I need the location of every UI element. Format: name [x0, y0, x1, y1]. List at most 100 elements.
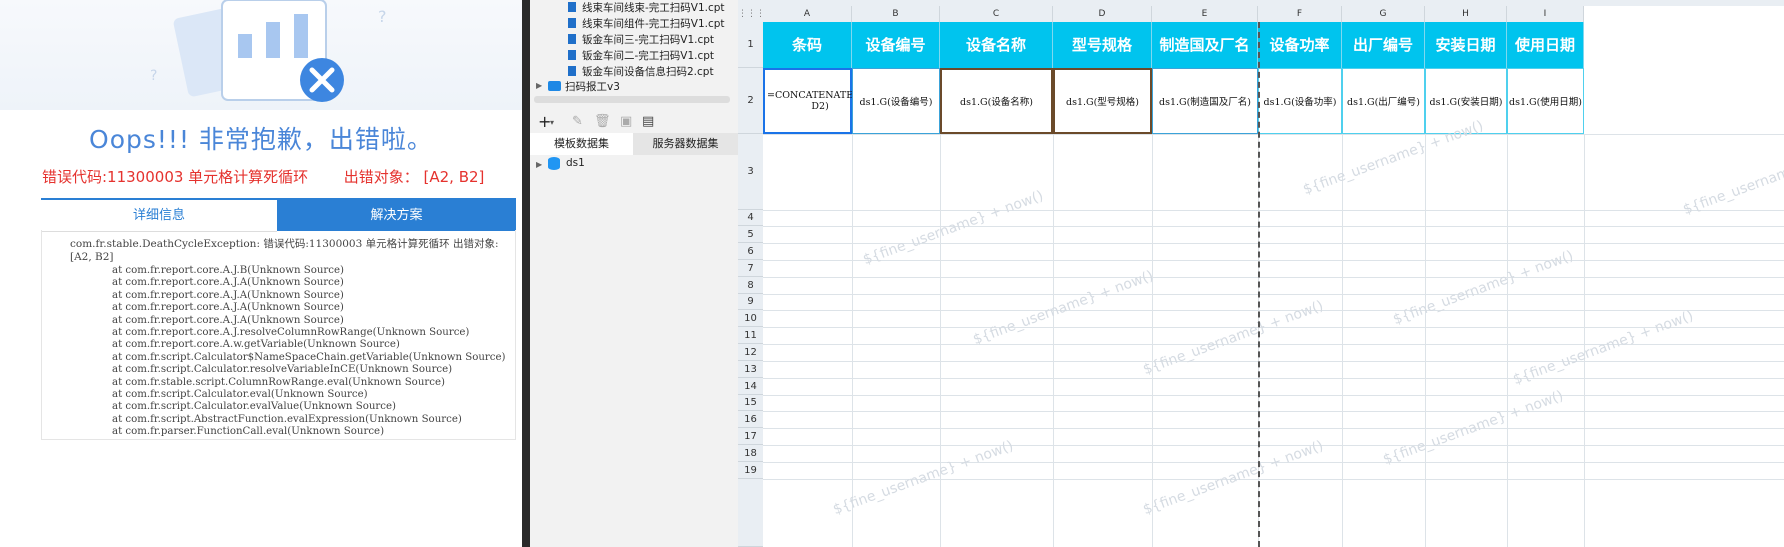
chevron-down-icon[interactable]: ▾: [550, 118, 554, 127]
dataset-toolbar: + ▾ ✎ 🗑 ▣ ▤: [530, 112, 738, 132]
row-header[interactable]: 13: [738, 361, 763, 378]
gridline: [763, 361, 1784, 362]
gridline: [763, 294, 1784, 295]
column-header[interactable]: D: [1053, 6, 1152, 22]
edit-icon[interactable]: ✎: [572, 114, 583, 129]
tree-file[interactable]: 钣金车间二-完工扫码V1.cpt: [568, 48, 714, 63]
row-header[interactable]: 6: [738, 243, 763, 260]
row-header[interactable]: 10: [738, 310, 763, 327]
row-header[interactable]: 11: [738, 327, 763, 344]
stack-trace: com.fr.stable.DeathCycleException: 错误代码:…: [41, 230, 516, 440]
tree-file[interactable]: 钣金车间三-完工扫码V1.cpt: [568, 32, 714, 47]
trace-line: at com.fr.report.core.A.J.resolveColumnR…: [112, 327, 470, 338]
data-cell[interactable]: ds1.G(制造国及厂名): [1152, 68, 1258, 134]
row-header[interactable]: 18: [738, 445, 763, 462]
column-header[interactable]: C: [940, 6, 1053, 22]
trace-line: at com.fr.script.Calculator$NameSpaceCha…: [112, 351, 506, 363]
report-grid[interactable]: ⋮⋮⋮ ABCDEFGHI 1 2 3 4 5 6 7 8 9 10 11 12 13 14 15 16 17 1…: [738, 0, 1784, 547]
row-header[interactable]: 1: [738, 22, 763, 68]
gridline: [763, 277, 1784, 278]
header-cell[interactable]: 型号规格: [1053, 22, 1152, 68]
column-header[interactable]: E: [1152, 6, 1258, 22]
column-header[interactable]: G: [1342, 6, 1425, 22]
trace-header: com.fr.stable.DeathCycleException: 错误代码:…: [70, 238, 499, 263]
gridline: [1507, 134, 1508, 547]
data-cell[interactable]: ds1.G(设备功率): [1258, 68, 1342, 134]
formula-cell[interactable]: =CONCATENATE(C2, D2): [763, 68, 873, 134]
column-header[interactable]: I: [1507, 6, 1584, 22]
tab-detail-info[interactable]: 详细信息: [41, 200, 277, 232]
row-header[interactable]: 14: [738, 378, 763, 395]
error-target: 出错对象： [A2, B2]: [343, 168, 485, 186]
watermark: ${fine_username} + now(): [971, 267, 1156, 349]
gridline: [852, 134, 853, 547]
select-all-corner[interactable]: ⋮⋮⋮: [738, 6, 765, 22]
tab-template-dataset[interactable]: 模板数据集: [530, 133, 633, 155]
row-header[interactable]: 9: [738, 294, 763, 310]
column-header[interactable]: H: [1425, 6, 1507, 22]
trace-line: at com.fr.report.core.A.J.A(Unknown Sour…: [112, 277, 344, 289]
row-header[interactable]: 4: [738, 210, 763, 226]
expand-arrow-icon[interactable]: ▶: [536, 81, 542, 90]
trace-line: at com.fr.script.AbstractFunction.evalEx…: [112, 413, 462, 425]
cpt-file-icon: [568, 34, 576, 44]
gridline: [763, 134, 1784, 135]
tree-file[interactable]: 线束车间线束-完工扫码V1.cpt: [568, 0, 725, 15]
tree-file[interactable]: 钣金车间设备信息扫码2.cpt: [568, 64, 714, 79]
gridline: [763, 310, 1784, 311]
data-cell[interactable]: ds1.G(设备名称): [940, 68, 1053, 134]
gridline: [1584, 134, 1585, 547]
error-tabs: 详细信息 解决方案: [41, 198, 516, 232]
trace-line: at com.fr.report.core.A.J.A(Unknown Sour…: [112, 314, 344, 326]
trace-line: at com.fr.script.Calculator.resolveVaria…: [112, 364, 453, 376]
gridline: [940, 134, 941, 547]
tab-solution[interactable]: 解决方案: [277, 200, 516, 231]
data-cell[interactable]: ds1.G(出厂编号): [1342, 68, 1425, 134]
header-cell[interactable]: 使用日期: [1507, 22, 1584, 68]
sql-edit-icon[interactable]: ▤: [642, 114, 654, 129]
row-header[interactable]: 15: [738, 395, 763, 411]
panel-divider[interactable]: [522, 0, 530, 547]
gridline: [1152, 134, 1153, 547]
data-cell[interactable]: ds1.G(使用日期): [1507, 68, 1584, 134]
delete-icon[interactable]: 🗑: [594, 114, 611, 129]
tree-folder[interactable]: 扫码报工v3: [548, 79, 620, 94]
watermark: ${fine_username} + now(): [861, 187, 1046, 269]
header-cell[interactable]: 设备名称: [940, 22, 1053, 68]
preview-icon[interactable]: ▣: [620, 114, 632, 129]
error-chart-illustration: ? ?: [150, 0, 387, 102]
row-header[interactable]: 2: [738, 68, 763, 134]
row-header[interactable]: 5: [738, 226, 763, 243]
tree-scrollbar[interactable]: [534, 96, 730, 103]
header-cell[interactable]: 设备功率: [1258, 22, 1342, 68]
header-cell[interactable]: 设备编号: [852, 22, 940, 68]
row-header[interactable]: 12: [738, 344, 763, 361]
header-cell[interactable]: 条码: [763, 22, 852, 68]
page-break-line: [1258, 22, 1260, 547]
row-header[interactable]: 8: [738, 277, 763, 294]
tab-server-dataset[interactable]: 服务器数据集: [633, 133, 738, 155]
row-header[interactable]: 3: [738, 134, 763, 210]
column-header[interactable]: B: [852, 6, 940, 22]
gridline: [763, 395, 1784, 396]
column-header[interactable]: A: [763, 6, 852, 22]
cpt-file-icon: [568, 2, 576, 12]
watermark: ${fine_username} + now(): [1141, 437, 1326, 519]
header-cell[interactable]: 出厂编号: [1342, 22, 1425, 68]
error-title: Oops!!! 非常抱歉，出错啦。: [89, 125, 433, 154]
data-cell[interactable]: ds1.G(型号规格): [1053, 68, 1152, 134]
row-header[interactable]: 7: [738, 260, 763, 277]
data-cell[interactable]: ds1.G(设备编号): [852, 68, 940, 134]
trace-line: at com.fr.report.core.A.w.getVariable(Un…: [112, 339, 400, 351]
row-header[interactable]: 17: [738, 428, 763, 445]
gridline: [763, 260, 1784, 261]
watermark: ${fine_username} + now(): [1511, 307, 1696, 389]
column-header[interactable]: F: [1258, 6, 1342, 22]
row-header[interactable]: 19: [738, 462, 763, 479]
row-header[interactable]: 16: [738, 411, 763, 428]
tree-file[interactable]: 线束车间组件-完工扫码V1.cpt: [568, 16, 725, 31]
header-cell[interactable]: 安装日期: [1425, 22, 1507, 68]
expand-arrow-icon[interactable]: ▶: [536, 160, 542, 169]
header-cell[interactable]: 制造国及厂名: [1152, 22, 1258, 68]
dataset-ds1[interactable]: ds1: [566, 157, 585, 169]
